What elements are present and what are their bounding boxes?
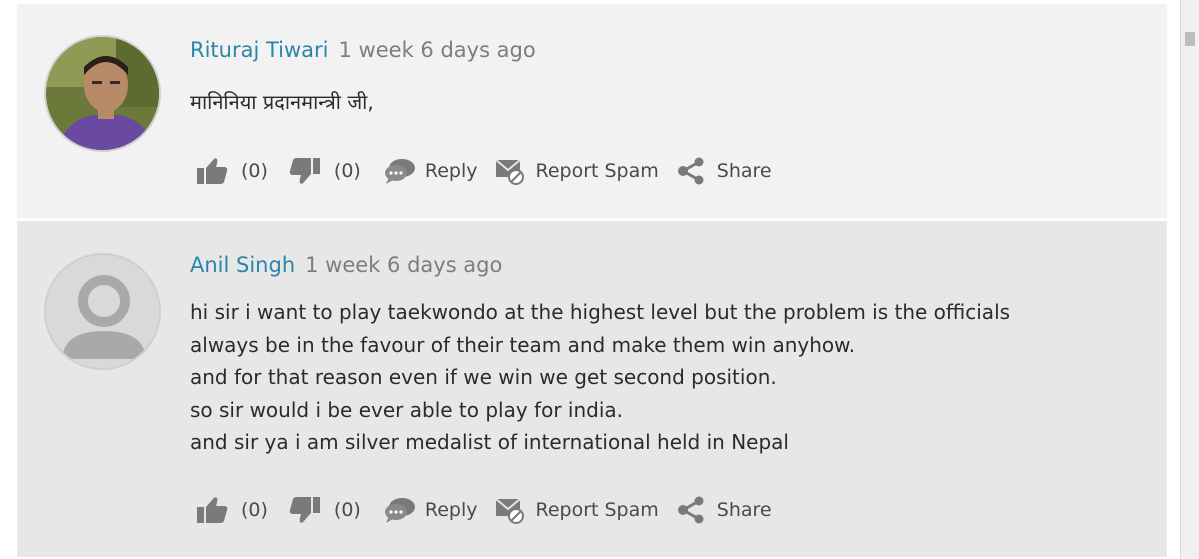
avatar-placeholder-icon: [46, 255, 159, 368]
timestamp: 1 week 6 days ago: [305, 253, 503, 277]
comment-item: Rituraj Tiwari 1 week 6 days ago मानिनिया…: [17, 4, 1167, 218]
like-button[interactable]: (0): [195, 156, 268, 186]
avatar-photo: [46, 37, 159, 150]
author-name[interactable]: Rituraj Tiwari: [190, 38, 329, 62]
comment-meta: Anil Singh 1 week 6 days ago: [190, 253, 502, 277]
report-spam-button[interactable]: Report Spam: [495, 157, 659, 185]
share-label: Share: [716, 160, 772, 182]
report-spam-label: Report Spam: [535, 499, 659, 521]
comment-line: hi sir i want to play taekwondo at the h…: [190, 300, 1011, 324]
speech-bubble-icon: [383, 496, 417, 524]
comment-line: and sir ya i am silver medalist of inter…: [190, 430, 789, 454]
timestamp: 1 week 6 days ago: [338, 38, 536, 62]
reply-label: Reply: [424, 499, 478, 521]
spam-envelope-icon: [495, 496, 525, 524]
comment-line: and for that reason even if we win we ge…: [190, 365, 777, 389]
dislike-button[interactable]: (0): [288, 495, 361, 525]
report-spam-label: Report Spam: [535, 160, 659, 182]
share-button[interactable]: Share: [677, 496, 772, 524]
comment-actions: (0) (0) Reply Report Spam Share: [195, 493, 772, 527]
like-count: (0): [241, 499, 268, 521]
spam-envelope-icon: [495, 157, 525, 185]
comment-line: मानिनिया प्रदानमान्त्री जी,: [190, 90, 374, 114]
share-label: Share: [716, 499, 772, 521]
avatar[interactable]: [44, 253, 161, 370]
speech-bubble-icon: [383, 157, 417, 185]
scrollbar-thumb[interactable]: [1185, 32, 1195, 46]
thumbs-down-icon: [288, 495, 322, 525]
thumbs-up-icon: [195, 495, 229, 525]
comment-body: मानिनिया प्रदानमान्त्री जी,: [190, 86, 374, 119]
like-count: (0): [241, 160, 268, 182]
report-spam-button[interactable]: Report Spam: [495, 496, 659, 524]
reply-button[interactable]: Reply: [383, 496, 478, 524]
share-button[interactable]: Share: [677, 157, 772, 185]
comment-body: hi sir i want to play taekwondo at the h…: [190, 296, 1010, 459]
share-icon: [677, 157, 705, 185]
vertical-scrollbar[interactable]: [1180, 0, 1199, 559]
comment-line: so sir would i be ever able to play for …: [190, 397, 624, 422]
dislike-count: (0): [333, 160, 361, 182]
dislike-button[interactable]: (0): [288, 156, 361, 186]
thumbs-down-icon: [288, 156, 322, 186]
comment-item: Anil Singh 1 week 6 days ago hi sir i wan…: [17, 221, 1167, 557]
reply-label: Reply: [424, 160, 478, 182]
dislike-count: (0): [333, 499, 361, 521]
thumbs-up-icon: [195, 156, 229, 186]
author-name[interactable]: Anil Singh: [190, 253, 295, 277]
like-button[interactable]: (0): [195, 495, 268, 525]
comment-actions: (0) (0) Reply Report Spam Share: [195, 154, 772, 188]
reply-button[interactable]: Reply: [383, 157, 478, 185]
avatar[interactable]: [44, 35, 161, 152]
comment-meta: Rituraj Tiwari 1 week 6 days ago: [190, 38, 536, 62]
share-icon: [677, 496, 705, 524]
comment-line: always be in the favour of their team an…: [190, 332, 856, 357]
